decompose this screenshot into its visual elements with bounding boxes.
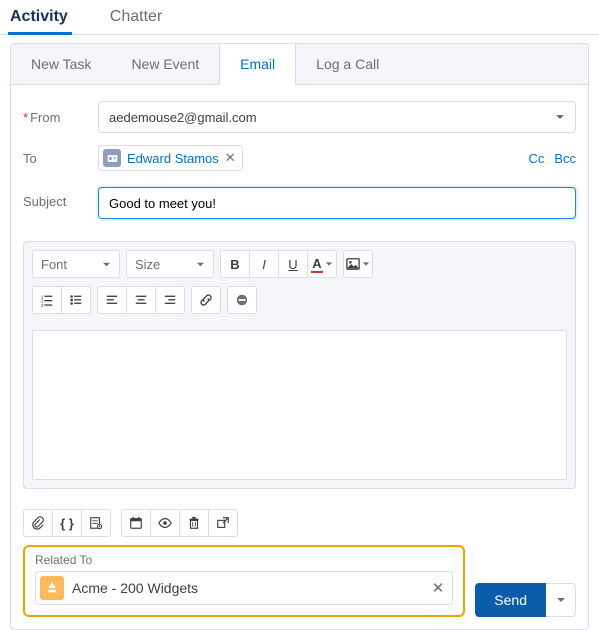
from-value: aedemouse2@gmail.com: [109, 110, 257, 125]
subject-label: Subject: [23, 187, 98, 209]
related-to-value: Acme - 200 Widgets: [72, 580, 432, 596]
tab-chatter[interactable]: Chatter: [110, 0, 180, 34]
required-indicator: *: [23, 110, 28, 125]
to-row: To Edward Stamos ✕ Cc Bcc: [23, 139, 576, 177]
cc-link[interactable]: Cc: [528, 151, 544, 166]
font-select-label: Font: [41, 257, 67, 272]
schedule-button[interactable]: [121, 509, 151, 537]
subject-row: Subject: [23, 177, 576, 225]
editor-toolbar-row1: Font Size B I U A: [24, 242, 575, 278]
align-right-button[interactable]: [155, 286, 185, 314]
composer-subtabs: New Task New Event Email Log a Call: [11, 44, 588, 85]
related-to-label: Related To: [35, 553, 453, 567]
tab-activity[interactable]: Activity: [10, 0, 86, 34]
misc-group: [121, 509, 238, 537]
svg-text:3: 3: [41, 303, 44, 307]
template-button[interactable]: [81, 509, 111, 537]
email-form: *From aedemouse2@gmail.com To Edwa: [11, 85, 588, 235]
to-label: To: [23, 151, 98, 166]
recipient-chip[interactable]: Edward Stamos ✕: [98, 145, 243, 171]
subtab-new-event[interactable]: New Event: [111, 44, 219, 84]
related-to-field[interactable]: Acme - 200 Widgets ✕: [35, 571, 453, 605]
bullet-list-button[interactable]: [61, 286, 91, 314]
size-select[interactable]: Size: [126, 250, 214, 278]
attach-group: { }: [23, 509, 111, 537]
bold-button[interactable]: B: [220, 250, 250, 278]
opportunity-icon: [40, 576, 64, 600]
align-left-button[interactable]: [97, 286, 127, 314]
numbered-list-button[interactable]: 123: [32, 286, 62, 314]
bcc-link[interactable]: Bcc: [554, 151, 576, 166]
cc-bcc-links: Cc Bcc: [528, 151, 576, 166]
underline-button[interactable]: U: [278, 250, 308, 278]
editor-body[interactable]: [32, 330, 567, 480]
delete-button[interactable]: [179, 509, 209, 537]
related-send-row: Related To Acme - 200 Widgets ✕ Send: [11, 541, 588, 629]
send-button[interactable]: Send: [475, 583, 546, 617]
subtab-log-call[interactable]: Log a Call: [296, 44, 399, 84]
send-group: Send: [475, 583, 576, 617]
list-group: 123: [32, 286, 91, 314]
composer-bottom-toolbar: { }: [11, 501, 588, 541]
from-label: *From: [23, 110, 98, 125]
from-select[interactable]: aedemouse2@gmail.com: [98, 101, 576, 133]
clear-format-button[interactable]: [227, 286, 257, 314]
image-button[interactable]: [343, 250, 373, 278]
recipient-remove-icon[interactable]: ✕: [225, 150, 236, 166]
composer-card: New Task New Event Email Log a Call *Fro…: [10, 43, 589, 630]
editor-toolbar-row2: 123: [24, 278, 575, 322]
align-center-button[interactable]: [126, 286, 156, 314]
send-more-button[interactable]: [546, 583, 576, 617]
recipient-chip-text: Edward Stamos: [127, 151, 219, 166]
size-select-label: Size: [135, 257, 160, 272]
merge-field-button[interactable]: { }: [52, 509, 82, 537]
related-to-highlight: Related To Acme - 200 Widgets ✕: [23, 545, 465, 617]
chevron-down-icon: [555, 110, 565, 125]
link-button[interactable]: [191, 286, 221, 314]
subject-input[interactable]: [98, 187, 576, 219]
contact-icon: [103, 149, 121, 167]
font-select[interactable]: Font: [32, 250, 120, 278]
text-color-button[interactable]: A: [307, 250, 337, 278]
italic-button[interactable]: I: [249, 250, 279, 278]
popout-button[interactable]: [208, 509, 238, 537]
activity-chatter-tabs: Activity Chatter: [0, 0, 599, 35]
subtab-new-task[interactable]: New Task: [11, 44, 111, 84]
from-label-text: From: [30, 110, 60, 125]
preview-button[interactable]: [150, 509, 180, 537]
related-remove-icon[interactable]: ✕: [432, 579, 445, 597]
attach-button[interactable]: [23, 509, 53, 537]
from-row: *From aedemouse2@gmail.com: [23, 95, 576, 139]
subtab-email[interactable]: Email: [219, 44, 296, 85]
align-group: [97, 286, 185, 314]
rich-text-editor: Font Size B I U A: [23, 241, 576, 489]
format-group: B I U A: [220, 250, 337, 278]
